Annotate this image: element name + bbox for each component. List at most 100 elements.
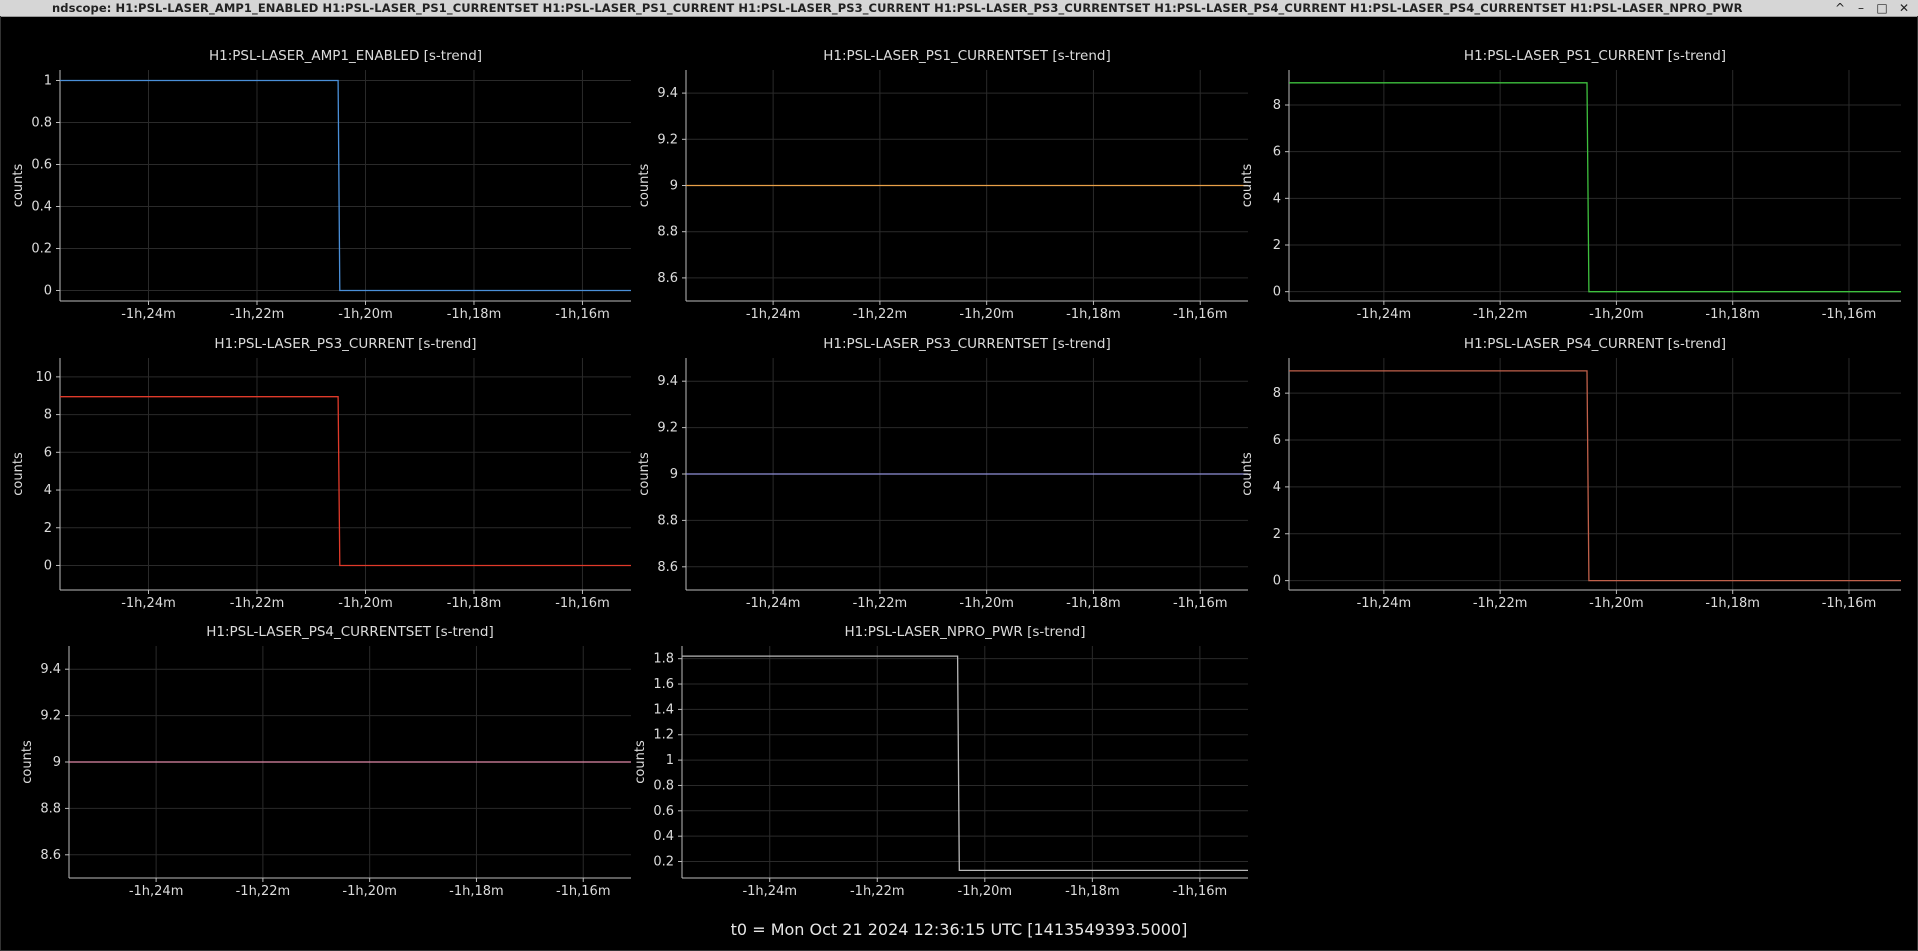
y-tick-label: 6 <box>1273 433 1281 448</box>
y-tick-label: 9 <box>670 179 678 194</box>
y-tick-label: 4 <box>1273 480 1281 495</box>
y-tick-label: 1.2 <box>653 728 674 743</box>
y-tick-label: 8.8 <box>657 513 678 528</box>
y-tick-label: 9 <box>670 467 678 482</box>
x-tick-label: -1h,24m <box>121 596 176 611</box>
x-tick-label: -1h,20m <box>342 884 397 899</box>
x-tick-label: -1h,16m <box>556 884 611 899</box>
y-axis-label: counts <box>1240 164 1255 208</box>
plot-title: H1:PSL-LASER_PS1_CURRENTSET [s-trend] <box>823 48 1111 64</box>
x-tick-label: -1h,24m <box>1357 596 1412 611</box>
y-tick-label: 1 <box>666 753 674 768</box>
y-tick-label: 0 <box>1273 574 1281 589</box>
t0-label: t0 = Mon Oct 21 2024 12:36:15 UTC [14135… <box>730 920 1188 939</box>
y-tick-label: 2 <box>1273 527 1281 542</box>
y-tick-label: 1 <box>44 74 52 89</box>
plot-panel[interactable]: H1:PSL-LASER_PS1_CURRENTSET [s-trend] -1h… <box>637 48 1248 322</box>
plot-title: H1:PSL-LASER_PS1_CURRENT [s-trend] <box>1464 48 1726 64</box>
x-tick-label: -1h,18m <box>1065 884 1120 899</box>
x-tick-label: -1h,16m <box>1173 307 1228 322</box>
y-tick-label: 6 <box>44 445 52 460</box>
y-tick-label: 9.4 <box>657 374 678 389</box>
y-tick-label: 9 <box>53 755 61 770</box>
series-line <box>60 396 631 567</box>
x-tick-label: -1h,18m <box>1066 307 1121 322</box>
y-tick-label: 0.8 <box>653 778 674 793</box>
y-tick-label: 0.4 <box>31 200 52 215</box>
x-tick-label: -1h,24m <box>746 307 801 322</box>
x-tick-label: -1h,22m <box>1473 596 1528 611</box>
y-tick-label: 2 <box>1273 238 1281 253</box>
x-tick-label: -1h,22m <box>230 307 285 322</box>
y-axis-label: counts <box>633 740 648 784</box>
x-tick-label: -1h,22m <box>853 596 908 611</box>
x-tick-label: -1h,18m <box>449 884 504 899</box>
y-tick-label: 8.8 <box>657 225 678 240</box>
x-tick-label: -1h,20m <box>338 596 393 611</box>
y-tick-label: 4 <box>44 483 52 498</box>
y-tick-label: 10 <box>35 370 52 385</box>
y-tick-label: 0 <box>1273 285 1281 300</box>
y-tick-label: 0 <box>44 558 52 573</box>
plot-panel[interactable]: H1:PSL-LASER_PS3_CURRENTSET [s-trend] -1h… <box>637 336 1248 611</box>
y-tick-label: 0.2 <box>653 855 674 870</box>
y-tick-label: 9.4 <box>657 86 678 101</box>
x-tick-label: -1h,18m <box>1705 596 1760 611</box>
y-tick-label: 0.4 <box>653 829 674 844</box>
x-tick-label: -1h,24m <box>121 307 176 322</box>
y-tick-label: 4 <box>1273 191 1281 206</box>
y-tick-label: 8.6 <box>40 848 61 863</box>
x-tick-label: -1h,18m <box>447 307 502 322</box>
y-tick-label: 8 <box>44 408 52 423</box>
y-tick-label: 8.6 <box>657 560 678 575</box>
series-line <box>682 655 1248 872</box>
y-tick-label: 0.8 <box>31 116 52 131</box>
series-line <box>1289 370 1901 582</box>
x-tick-label: -1h,20m <box>959 307 1014 322</box>
y-tick-label: 8.6 <box>657 271 678 286</box>
y-tick-label: 0 <box>44 284 52 299</box>
x-tick-label: -1h,22m <box>230 596 285 611</box>
plot-panel[interactable]: H1:PSL-LASER_PS4_CURRENT [s-trend] -1h,24… <box>1240 336 1901 611</box>
y-tick-label: 9.4 <box>40 662 61 677</box>
y-axis-label: counts <box>11 164 26 208</box>
x-tick-label: -1h,20m <box>958 884 1013 899</box>
plot-title: H1:PSL-LASER_PS3_CURRENT [s-trend] <box>214 336 476 352</box>
y-tick-label: 9.2 <box>40 709 61 724</box>
plot-title: H1:PSL-LASER_PS3_CURRENTSET [s-trend] <box>823 336 1111 352</box>
y-axis-label: counts <box>1240 452 1255 496</box>
plot-panel[interactable]: H1:PSL-LASER_PS3_CURRENT [s-trend] -1h,24… <box>11 336 631 611</box>
y-tick-label: 6 <box>1273 145 1281 160</box>
x-tick-label: -1h,24m <box>129 884 184 899</box>
x-tick-label: -1h,16m <box>1822 307 1877 322</box>
y-tick-label: 0.6 <box>653 804 674 819</box>
y-tick-label: 8 <box>1273 386 1281 401</box>
series-line <box>1289 82 1901 293</box>
x-tick-label: -1h,22m <box>1473 307 1528 322</box>
plot-title: H1:PSL-LASER_PS4_CURRENT [s-trend] <box>1464 336 1726 352</box>
plot-panel[interactable]: H1:PSL-LASER_PS4_CURRENTSET [s-trend] -1h… <box>20 624 631 899</box>
plot-panel[interactable]: H1:PSL-LASER_PS1_CURRENT [s-trend] -1h,24… <box>1240 48 1901 322</box>
y-tick-label: 9.2 <box>657 421 678 436</box>
x-tick-label: -1h,16m <box>1173 596 1228 611</box>
plot-title: H1:PSL-LASER_NPRO_PWR [s-trend] <box>844 624 1085 640</box>
plot-title: H1:PSL-LASER_PS4_CURRENTSET [s-trend] <box>206 624 494 640</box>
y-tick-label: 1.4 <box>653 702 674 717</box>
x-tick-label: -1h,24m <box>746 596 801 611</box>
plot-grid[interactable]: H1:PSL-LASER_AMP1_ENABLED [s-trend] -1h,2… <box>0 0 1918 951</box>
y-axis-label: counts <box>20 740 35 784</box>
y-tick-label: 8 <box>1273 98 1281 113</box>
plot-panel[interactable]: H1:PSL-LASER_AMP1_ENABLED [s-trend] -1h,2… <box>11 48 631 322</box>
x-tick-label: -1h,22m <box>236 884 291 899</box>
x-tick-label: -1h,18m <box>1705 307 1760 322</box>
x-tick-label: -1h,18m <box>447 596 502 611</box>
x-tick-label: -1h,16m <box>1173 884 1228 899</box>
x-tick-label: -1h,16m <box>555 596 610 611</box>
x-tick-label: -1h,16m <box>1822 596 1877 611</box>
x-tick-label: -1h,16m <box>555 307 610 322</box>
y-axis-label: counts <box>637 164 652 208</box>
x-tick-label: -1h,24m <box>1357 307 1412 322</box>
x-tick-label: -1h,20m <box>338 307 393 322</box>
y-tick-label: 1.8 <box>653 652 674 667</box>
plot-panel[interactable]: H1:PSL-LASER_NPRO_PWR [s-trend] -1h,24m -1… <box>633 624 1248 899</box>
